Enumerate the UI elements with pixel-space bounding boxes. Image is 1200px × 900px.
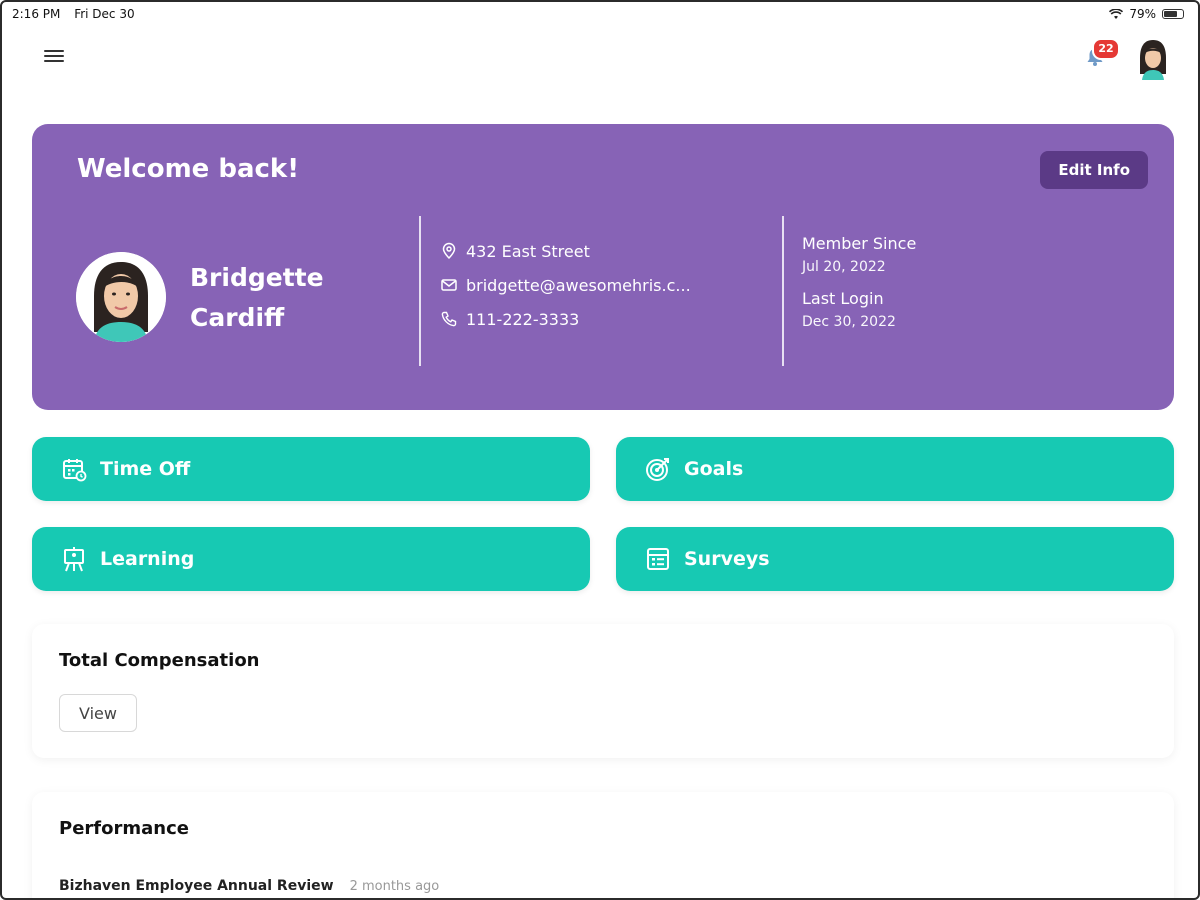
user-avatar[interactable]: [1135, 38, 1171, 80]
edit-info-button[interactable]: Edit Info: [1040, 151, 1148, 189]
app-frame: 2:16 PM Fri Dec 30 79% 22 Welcome back! …: [0, 0, 1200, 900]
time-off-label: Time Off: [100, 458, 191, 480]
profile-avatar: [76, 252, 166, 342]
target-icon: [644, 455, 672, 483]
goals-tile[interactable]: Goals: [616, 437, 1174, 501]
easel-icon: [60, 545, 88, 573]
mail-icon: [441, 279, 457, 291]
last-login-value: Dec 30, 2022: [802, 314, 896, 330]
battery-percent: 79%: [1129, 7, 1156, 21]
view-compensation-button[interactable]: View: [59, 694, 137, 732]
calendar-icon: [60, 455, 88, 483]
learning-label: Learning: [100, 548, 195, 570]
welcome-title: Welcome back!: [77, 154, 300, 184]
goals-label: Goals: [684, 458, 744, 480]
battery-icon: [1162, 9, 1184, 19]
member-since-label: Member Since: [802, 234, 917, 253]
status-time: 2:16 PM: [12, 7, 61, 21]
account-meta: Member Since Jul 20, 2022 Last Login Dec…: [802, 234, 916, 344]
status-bar: 2:16 PM Fri Dec 30 79%: [2, 2, 1198, 28]
contact-info: 432 East Street bridgette@awesomehris.c.…: [440, 234, 691, 336]
last-name: Cardiff: [190, 303, 285, 332]
survey-list-icon: [644, 545, 672, 573]
email-text: bridgette@awesomehris.c...: [466, 275, 691, 295]
learning-tile[interactable]: Learning: [32, 527, 590, 591]
location-pin-icon: [442, 242, 456, 260]
surveys-tile[interactable]: Surveys: [616, 527, 1174, 591]
time-off-tile[interactable]: Time Off: [32, 437, 590, 501]
wifi-icon: [1109, 8, 1124, 19]
user-name: Bridgette Cardiff: [190, 258, 324, 338]
divider: [419, 216, 421, 366]
last-login-label: Last Login: [802, 289, 884, 308]
email-row: bridgette@awesomehris.c...: [440, 268, 691, 302]
compensation-title: Total Compensation: [59, 650, 260, 671]
status-date: Fri Dec 30: [74, 7, 135, 21]
performance-title: Performance: [59, 818, 189, 839]
divider: [782, 216, 784, 366]
hamburger-menu-icon[interactable]: [44, 50, 64, 66]
performance-section: Performance Bizhaven Employee Annual Rev…: [32, 792, 1174, 898]
review-time: 2 months ago: [349, 879, 440, 894]
notification-badge[interactable]: 22: [1092, 38, 1120, 60]
phone-text: 111-222-3333: [466, 309, 580, 329]
compensation-section: Total Compensation View: [32, 624, 1174, 758]
address-text: 432 East Street: [466, 241, 590, 261]
review-item[interactable]: Bizhaven Employee Annual Review 2 months…: [59, 878, 439, 894]
address-row: 432 East Street: [440, 234, 691, 268]
member-since-value: Jul 20, 2022: [802, 259, 886, 275]
phone-row: 111-222-3333: [440, 302, 691, 336]
surveys-label: Surveys: [684, 548, 770, 570]
battery-fill: [1164, 11, 1178, 17]
first-name: Bridgette: [190, 263, 324, 292]
phone-icon: [441, 311, 457, 327]
welcome-card: Welcome back! Edit Info Bridgette Cardif…: [32, 124, 1174, 410]
review-name: Bizhaven Employee Annual Review: [59, 878, 334, 894]
